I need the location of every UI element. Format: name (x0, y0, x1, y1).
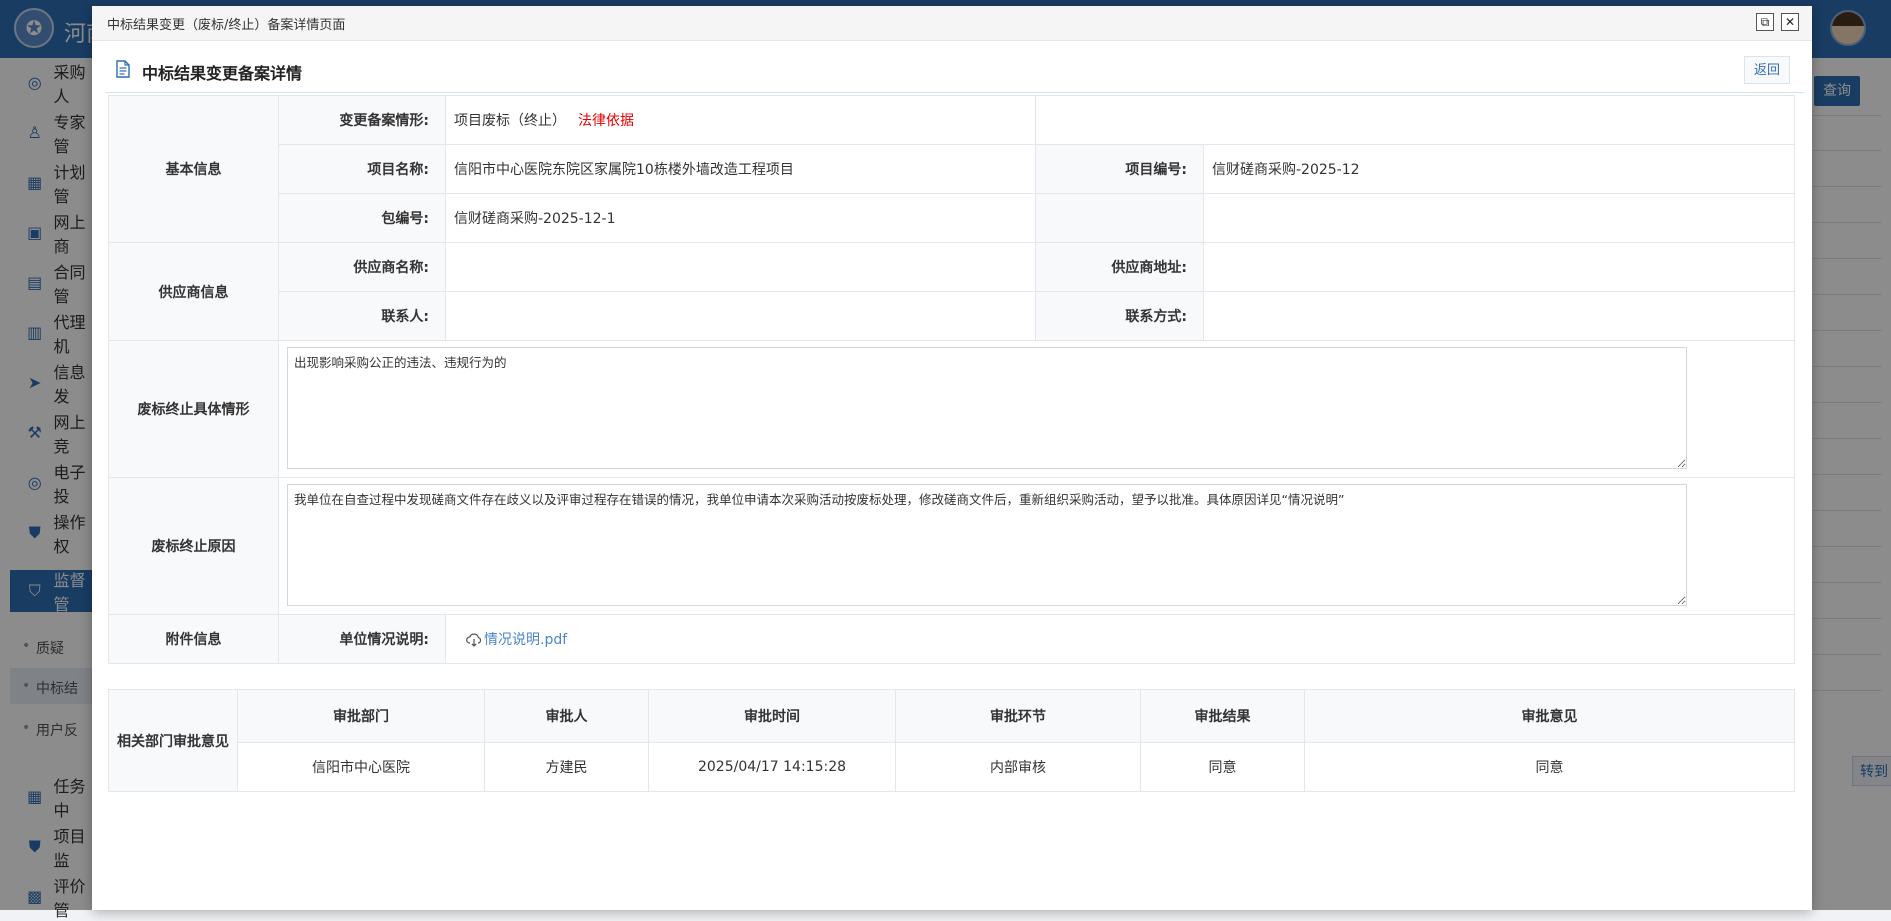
category-label: 废标终止原因 (108, 477, 279, 615)
field-label: 单位情况说明: (278, 614, 446, 664)
column-header: 审批意见 (1304, 689, 1795, 743)
column-header: 审批人 (484, 689, 649, 743)
reason-cell: 我单位在自查过程中发现磋商文件存在歧义以及评审过程存在错误的情况，我单位申请本次… (278, 477, 1795, 615)
field-label: 包编号: (278, 193, 446, 243)
field-label: 项目编号: (1035, 144, 1204, 194)
column-header: 审批时间 (648, 689, 896, 743)
document-icon (116, 60, 130, 78)
supplier-name-value (445, 242, 1036, 292)
category-label: 相关部门审批意见 (108, 689, 238, 792)
category-label: 废标终止具体情形 (108, 340, 279, 478)
modal-titlebar: 中标结果变更（废标/终止）备案详情页面 ⧉ ✕ (92, 6, 1812, 41)
table-cell: 同意 (1140, 742, 1305, 792)
reason-textarea[interactable]: 我单位在自查过程中发现磋商文件存在歧义以及评审过程存在错误的情况，我单位申请本次… (287, 484, 1687, 606)
back-button[interactable]: 返回 (1744, 56, 1790, 84)
column-header: 审批结果 (1140, 689, 1305, 743)
package-number-value: 信财磋商采购-2025-12-1 (445, 193, 1036, 243)
table-row: 包编号: 信财磋商采购-2025-12-1 (109, 193, 1795, 243)
column-header: 审批部门 (237, 689, 485, 743)
phone-value (1203, 291, 1795, 341)
cloud-download-icon (466, 633, 482, 647)
attachment-link[interactable]: 情况说明.pdf (454, 632, 567, 648)
table-cell: 内部审核 (895, 742, 1141, 792)
table-row: 信阳市中心医院 方建民 2025/04/17 14:15:28 内部审核 同意 … (109, 742, 1795, 792)
approval-table: 相关部门审批意见 审批部门 审批人 审批时间 审批环节 审批结果 审批意见 信阳… (108, 689, 1795, 792)
table-cell: 同意 (1304, 742, 1795, 792)
restore-icon[interactable]: ⧉ (1756, 13, 1774, 31)
table-cell: 方建民 (484, 742, 649, 792)
category-label: 附件信息 (108, 614, 279, 664)
table-row: 附件信息 单位情况说明: 情况说明.pdf (108, 614, 1795, 664)
table-cell: 2025/04/17 14:15:28 (648, 742, 896, 792)
supplier-address-value (1203, 242, 1795, 292)
situation-cell: 出现影响采购公正的违法、违规行为的 (278, 340, 1795, 478)
close-icon[interactable]: ✕ (1781, 13, 1799, 31)
case-value: 项目废标（终止） 法律依据 (445, 95, 1036, 145)
project-name-value: 信阳市中心医院东院区家属院10栋楼外墙改造工程项目 (445, 144, 1036, 194)
category-label: 供应商信息 (108, 242, 279, 341)
table-row: 项目名称: 信阳市中心医院东院区家属院10栋楼外墙改造工程项目 项目编号: 信财… (109, 144, 1795, 194)
modal-window-title: 中标结果变更（废标/终止）备案详情页面 (107, 18, 346, 33)
column-header: 审批环节 (895, 689, 1141, 743)
detail-modal: 中标结果变更（废标/终止）备案详情页面 ⧉ ✕ 中标结果变更备案详情 返回 基本… (92, 6, 1812, 910)
empty-cell (1035, 193, 1204, 243)
page-title: 中标结果变更备案详情 (142, 64, 303, 83)
field-label: 项目名称: (278, 144, 446, 194)
field-label: 供应商地址: (1035, 242, 1204, 292)
section-header: 中标结果变更备案详情 返回 (106, 52, 1804, 93)
table-header-row: 相关部门审批意见 审批部门 审批人 审批时间 审批环节 审批结果 审批意见 (108, 689, 1795, 792)
situation-textarea[interactable]: 出现影响采购公正的违法、违规行为的 (287, 347, 1687, 469)
contact-value (445, 291, 1036, 341)
table-row: 联系人: 联系方式: (109, 291, 1795, 341)
table-cell: 信阳市中心医院 (237, 742, 485, 792)
field-label: 供应商名称: (278, 242, 446, 292)
table-row: 废标终止原因 我单位在自查过程中发现磋商文件存在歧义以及评审过程存在错误的情况，… (108, 477, 1795, 615)
field-label: 变更备案情形: (278, 95, 446, 145)
empty-cell (1203, 193, 1795, 243)
legal-basis-link[interactable]: 法律依据 (578, 113, 634, 129)
category-label: 基本信息 (108, 95, 279, 243)
field-label: 联系人: (278, 291, 446, 341)
detail-table: 基本信息 变更备案情形: 项目废标（终止） 法律依据 项目名称: 信阳市中心医院东… (108, 95, 1795, 664)
project-number-value: 信财磋商采购-2025-12 (1203, 144, 1795, 194)
table-row: 基本信息 变更备案情形: 项目废标（终止） 法律依据 (108, 95, 1795, 243)
table-row: 供应商信息 供应商名称: 供应商地址: (108, 242, 1795, 341)
empty-cell (1035, 95, 1795, 145)
attachment-cell: 情况说明.pdf (445, 614, 1795, 664)
table-row: 废标终止具体情形 出现影响采购公正的违法、违规行为的 (108, 340, 1795, 478)
field-label: 联系方式: (1035, 291, 1204, 341)
